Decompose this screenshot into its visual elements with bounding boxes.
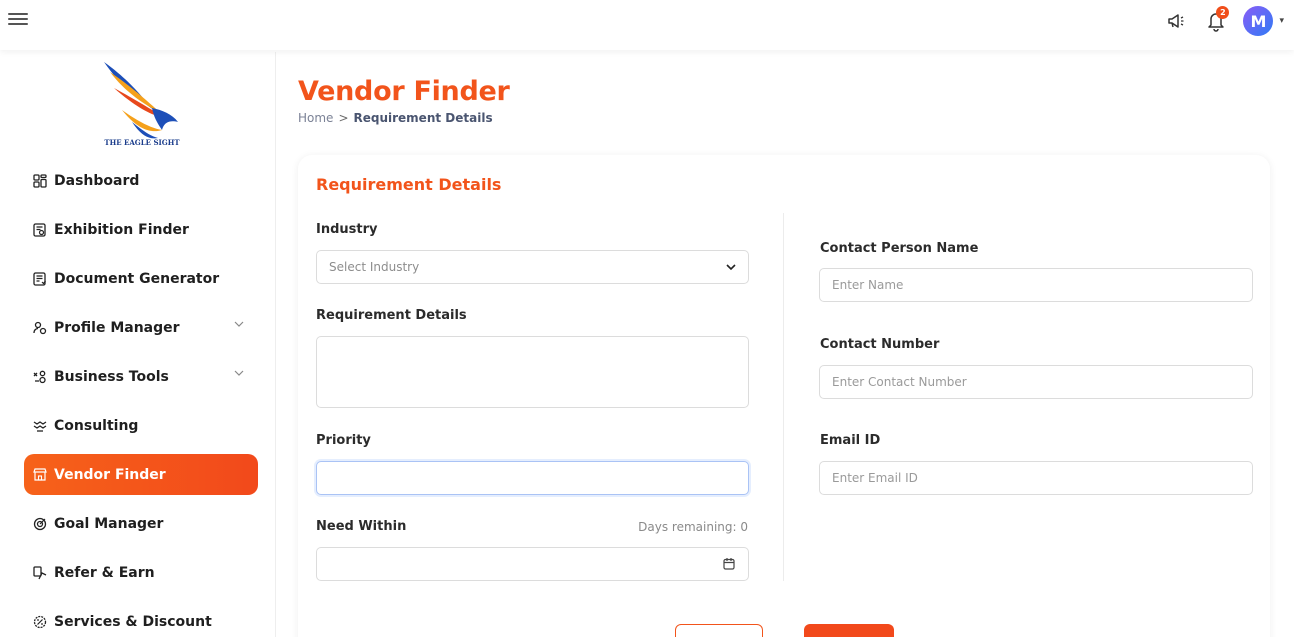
contact-number-label: Contact Number [820,337,940,352]
refer-icon [32,565,48,581]
priority-text[interactable] [329,471,748,485]
sidebar-item-consulting[interactable]: Consulting [24,405,258,446]
chevron-down-icon[interactable] [234,319,244,329]
logo-text: THE EAGLE SIGHT [104,138,180,147]
announcement-icon[interactable] [1163,8,1189,34]
top-bar: 2 M ▾ [0,0,1294,50]
sidebar-item-label: Goal Manager [54,515,164,532]
email-input[interactable] [819,461,1253,495]
calendar-icon[interactable] [722,557,736,571]
industry-label: Industry [316,222,378,237]
requirement-card: Requirement Details Industry Select Indu… [298,155,1270,637]
sidebar-item-refer-earn[interactable]: Refer & Earn [24,552,258,593]
email-label: Email ID [820,433,881,448]
top-actions: 2 M ▾ [1163,6,1284,36]
goal-icon [32,516,48,532]
breadcrumb: Home > Requirement Details [298,111,493,125]
contact-number-text[interactable] [832,375,1252,389]
contact-number-input[interactable] [819,365,1253,399]
need-within-label: Need Within [316,519,407,534]
requirement-details-label: Requirement Details [316,308,467,323]
priority-input[interactable] [316,461,749,495]
industry-select[interactable]: Select Industry [316,250,749,284]
consulting-icon [32,418,48,434]
sidebar-item-label: Vendor Finder [54,466,166,483]
contact-person-input[interactable] [819,268,1253,302]
sidebar-item-profile-manager[interactable]: Profile Manager [24,307,258,348]
sidebar-nav: Dashboard Exhibition Finder Document Gen… [24,160,258,637]
days-remaining: Days remaining: 0 [638,520,748,534]
email-text[interactable] [832,471,1252,485]
requirement-details-textarea[interactable] [316,336,749,408]
sidebar-item-label: Services & Discount [54,613,212,630]
sidebar-item-label: Dashboard [54,172,140,189]
sidebar-item-label: Document Generator [54,270,220,287]
sidebar-item-dashboard[interactable]: Dashboard [24,160,258,201]
profile-icon [32,320,48,336]
industry-placeholder: Select Industry [329,260,420,274]
sidebar-item-goal-manager[interactable]: Goal Manager [24,503,258,544]
sidebar-item-services-discount[interactable]: Services & Discount [24,601,258,637]
dashboard-icon [32,173,48,189]
avatar[interactable]: M [1243,6,1274,36]
sidebar-item-exhibition-finder[interactable]: Exhibition Finder [24,209,258,250]
need-within-date-input[interactable] [316,547,749,581]
document-icon [32,271,48,287]
sidebar: THE EAGLE SIGHT Dashboard Exhibition Fin… [8,52,276,637]
discount-icon [32,614,48,630]
notification-bell-icon[interactable]: 2 [1203,6,1230,34]
chevron-down-icon[interactable] [234,368,244,378]
notification-badge: 2 [1216,6,1230,19]
card-title: Requirement Details [316,175,502,194]
breadcrumb-separator: > [338,111,349,125]
breadcrumb-home[interactable]: Home [298,111,333,125]
sidebar-item-label: Consulting [54,417,139,434]
sidebar-item-label: Business Tools [54,368,169,385]
sidebar-item-vendor-finder[interactable]: Vendor Finder [24,454,258,495]
page-title: Vendor Finder [298,76,510,107]
cancel-button[interactable] [675,624,763,637]
sidebar-item-document-generator[interactable]: Document Generator [24,258,258,299]
sidebar-item-label: Refer & Earn [54,564,155,581]
sidebar-item-business-tools[interactable]: Business Tools [24,356,258,397]
vendor-icon [32,467,48,483]
tools-icon [32,369,48,385]
column-divider [783,213,784,581]
chevron-down-icon [726,264,736,271]
submit-button[interactable] [804,624,894,637]
menu-icon[interactable] [8,10,28,28]
exhibition-icon [32,222,48,238]
sidebar-item-label: Profile Manager [54,319,180,336]
breadcrumb-current: Requirement Details [353,111,493,125]
sidebar-item-label: Exhibition Finder [54,221,189,238]
contact-person-label: Contact Person Name [820,241,979,256]
avatar-dropdown-icon[interactable]: ▾ [1279,16,1284,26]
priority-label: Priority [316,433,371,448]
contact-person-text[interactable] [832,278,1252,292]
